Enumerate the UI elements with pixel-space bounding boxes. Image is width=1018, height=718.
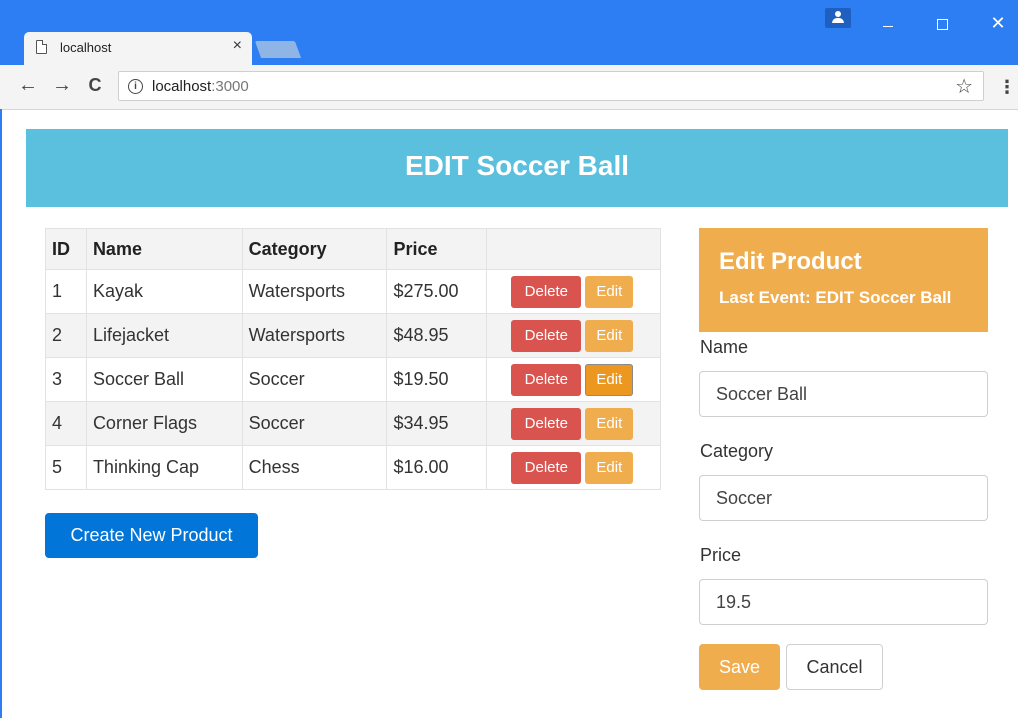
column-header-category: Category — [241, 228, 388, 270]
edit-button[interactable]: Edit — [585, 451, 634, 484]
column-header-id: ID — [45, 228, 87, 270]
cell-price: $16.00 — [386, 445, 488, 490]
save-button[interactable]: Save — [699, 644, 780, 690]
profile-icon[interactable] — [825, 8, 851, 28]
back-arrow-icon[interactable]: ← — [17, 74, 39, 97]
edit-button[interactable]: Edit — [585, 363, 634, 396]
delete-button[interactable]: Delete — [511, 407, 582, 440]
name-field[interactable]: Soccer Ball — [699, 371, 988, 417]
window-border — [0, 109, 2, 718]
cell-id: 2 — [45, 313, 87, 358]
delete-button[interactable]: Delete — [511, 451, 582, 484]
cell-name: Corner Flags — [85, 401, 243, 446]
cell-actions: Delete Edit — [486, 401, 661, 446]
bookmark-star-icon[interactable]: ☆ — [955, 74, 973, 99]
cell-id: 4 — [45, 401, 87, 446]
column-header-actions — [486, 228, 661, 270]
cell-id: 5 — [45, 445, 87, 490]
table-row: 5 Thinking Cap Chess $16.00 Delete Edit — [45, 445, 661, 490]
info-icon[interactable]: i — [128, 79, 143, 94]
category-label: Category — [700, 441, 774, 461]
table-row: 1 Kayak Watersports $275.00 Delete Edit — [45, 269, 661, 314]
cell-category: Chess — [241, 445, 388, 490]
delete-button[interactable]: Delete — [511, 319, 582, 352]
browser-menu-icon[interactable]: ⋮ — [998, 77, 1016, 98]
edit-button[interactable]: Edit — [585, 319, 634, 352]
page-title-banner: EDIT Soccer Ball — [26, 129, 1008, 207]
price-label: Price — [700, 545, 742, 565]
cell-name: Lifejacket — [85, 313, 243, 358]
table-row: 2 Lifejacket Watersports $48.95 Delete Ed… — [45, 313, 661, 358]
cell-price: $34.95 — [386, 401, 488, 446]
cell-id: 3 — [45, 357, 87, 402]
cell-name: Kayak — [85, 269, 243, 314]
reload-icon[interactable]: C — [84, 75, 106, 96]
cell-category: Watersports — [241, 313, 388, 358]
editor-header: Edit Product Last Event: EDIT Soccer Bal… — [699, 228, 988, 332]
tab-title: localhost — [60, 40, 112, 55]
column-header-price: Price — [386, 228, 488, 270]
edit-button[interactable]: Edit — [585, 407, 634, 440]
table-row: 3 Soccer Ball Soccer $19.50 Delete Edit — [45, 357, 661, 402]
cell-price: $19.50 — [386, 357, 488, 402]
table-row: 4 Corner Flags Soccer $34.95 Delete Edit — [45, 401, 661, 446]
url-text: localhost:3000 — [152, 78, 249, 95]
cell-actions: Delete Edit — [486, 445, 661, 490]
page-icon — [36, 40, 47, 54]
cell-category: Soccer — [241, 401, 388, 446]
browser-titlebar: localhost × ✕ — [0, 0, 1018, 66]
create-new-product-button[interactable]: Create New Product — [45, 513, 258, 558]
last-event-text: Last Event: EDIT Soccer Ball — [719, 288, 952, 307]
browser-toolbar: ← → C i localhost:3000 ☆ ⋮ — [0, 65, 1018, 110]
cell-actions: Delete Edit — [486, 269, 661, 314]
name-label: Name — [700, 337, 749, 357]
address-bar[interactable]: i localhost:3000 ☆ — [118, 71, 984, 101]
cell-category: Soccer — [241, 357, 388, 402]
cell-price: $48.95 — [386, 313, 488, 358]
cell-category: Watersports — [241, 269, 388, 314]
price-field[interactable]: 19.5 — [699, 579, 988, 625]
cancel-button[interactable]: Cancel — [786, 644, 883, 690]
table-header-row: ID Name Category Price — [45, 228, 661, 270]
cell-actions: Delete Edit — [486, 357, 661, 402]
delete-button[interactable]: Delete — [511, 363, 582, 396]
browser-tab[interactable]: localhost × — [24, 32, 252, 66]
products-table: ID Name Category Price 1 Kayak Waterspor… — [45, 228, 661, 490]
cell-price: $275.00 — [386, 269, 488, 314]
edit-button[interactable]: Edit — [585, 275, 634, 308]
column-header-name: Name — [85, 228, 243, 270]
minimize-icon[interactable] — [883, 26, 893, 27]
editor-title: Edit Product — [719, 248, 862, 275]
cell-id: 1 — [45, 269, 87, 314]
maximize-icon[interactable] — [937, 19, 948, 30]
close-window-icon[interactable]: ✕ — [983, 13, 1013, 34]
delete-button[interactable]: Delete — [511, 275, 582, 308]
cell-actions: Delete Edit — [486, 313, 661, 358]
cell-name: Thinking Cap — [85, 445, 243, 490]
forward-arrow-icon[interactable]: → — [51, 74, 73, 97]
new-tab-button[interactable] — [254, 41, 302, 58]
tab-close-icon[interactable]: × — [233, 37, 242, 55]
category-field[interactable]: Soccer — [699, 475, 988, 521]
cell-name: Soccer Ball — [85, 357, 243, 402]
